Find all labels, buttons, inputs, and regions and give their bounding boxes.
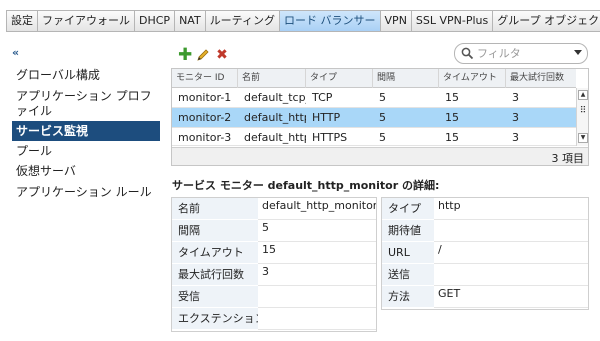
detail-value-extension bbox=[258, 308, 376, 330]
cell-monitor-id: monitor-3 bbox=[178, 131, 232, 144]
detail-value-timeout: 15 bbox=[258, 242, 376, 264]
detail-value-interval: 5 bbox=[258, 220, 376, 242]
top-tab-bar: 設定 ファイアウォール DHCP NAT ルーティング ロード バランサー VP… bbox=[6, 10, 600, 32]
delete-icon[interactable]: ✖ bbox=[215, 48, 229, 62]
cell-type: HTTP bbox=[312, 111, 341, 124]
detail-label-interval: 間隔 bbox=[172, 220, 258, 242]
detail-label-method: 方法 bbox=[382, 286, 434, 308]
cell-monitor-id: monitor-1 bbox=[178, 91, 232, 104]
sidebar-item-application-profiles[interactable]: アプリケーション プロファイル bbox=[16, 89, 160, 119]
column-header-name[interactable]: 名前 bbox=[238, 69, 306, 88]
sidebar-item-global-config[interactable]: グローバル構成 bbox=[16, 68, 160, 83]
detail-label-name: 名前 bbox=[172, 198, 258, 220]
tab-dhcp[interactable]: DHCP bbox=[134, 10, 175, 32]
detail-value-receive bbox=[258, 286, 376, 308]
tab-settings[interactable]: 設定 bbox=[6, 10, 37, 32]
sidebar-item-virtual-servers[interactable]: 仮想サーバ bbox=[16, 164, 160, 179]
detail-label-type: タイプ bbox=[382, 198, 434, 220]
cell-type: TCP bbox=[312, 91, 333, 104]
cell-max-retries: 3 bbox=[512, 111, 519, 124]
column-header-type[interactable]: タイプ bbox=[306, 69, 373, 88]
cell-interval: 5 bbox=[379, 131, 386, 144]
cell-name: default_http_monitor bbox=[244, 111, 306, 124]
cell-interval: 5 bbox=[379, 111, 386, 124]
filter-search-box[interactable] bbox=[454, 43, 588, 64]
cell-name: default_tcp_monitor bbox=[244, 91, 306, 104]
tab-grouping-objects[interactable]: グループ オブジェクト bbox=[492, 10, 600, 32]
cell-timeout: 15 bbox=[445, 91, 459, 104]
chevron-down-icon[interactable] bbox=[574, 50, 582, 55]
detail-label-expected: 期待値 bbox=[382, 220, 434, 242]
search-icon bbox=[461, 47, 474, 60]
tab-routing[interactable]: ルーティング bbox=[204, 10, 280, 32]
cell-max-retries: 3 bbox=[512, 91, 519, 104]
tab-load-balancer[interactable]: ロード バランサー bbox=[279, 10, 380, 32]
sidebar: « グローバル構成 アプリケーション プロファイル サービス監視 プール 仮想サ… bbox=[0, 46, 160, 341]
cell-monitor-id: monitor-2 bbox=[178, 111, 232, 124]
tab-ssl-vpn-plus[interactable]: SSL VPN-Plus bbox=[410, 10, 493, 32]
column-header-timeout[interactable]: タイムアウト bbox=[439, 69, 506, 88]
detail-right-table: タイプ http 期待値 URL / 送信 方法 GET bbox=[381, 197, 589, 310]
detail-label-url: URL bbox=[382, 242, 434, 264]
table-row[interactable]: monitor-3 default_https_monitor HTTPS 5 … bbox=[172, 128, 576, 146]
tab-firewall[interactable]: ファイアウォール bbox=[37, 10, 134, 32]
search-input[interactable] bbox=[477, 46, 569, 61]
scroll-down-icon[interactable]: ▼ bbox=[578, 133, 588, 143]
cell-type: HTTPS bbox=[312, 131, 348, 144]
detail-value-url: / bbox=[434, 242, 588, 264]
cell-interval: 5 bbox=[379, 91, 386, 104]
table-header: モニター ID 名前 タイプ 間隔 タイムアウト 最大試行回数 bbox=[172, 69, 576, 88]
service-monitor-table: モニター ID 名前 タイプ 間隔 タイムアウト 最大試行回数 monitor-… bbox=[171, 68, 589, 166]
sidebar-item-pools[interactable]: プール bbox=[16, 144, 160, 159]
tab-nat[interactable]: NAT bbox=[174, 10, 205, 32]
scroll-up-icon[interactable]: ▲ bbox=[578, 90, 588, 100]
detail-label-extension: エクステンション bbox=[172, 308, 266, 330]
detail-title: サービス モニター default_http_monitor の詳細: bbox=[172, 179, 440, 192]
cell-max-retries: 3 bbox=[512, 131, 519, 144]
detail-value-name: default_http_monitor bbox=[258, 198, 376, 220]
detail-label-timeout: タイムアウト bbox=[172, 242, 258, 264]
collapse-sidebar-button[interactable]: « bbox=[12, 46, 19, 59]
cell-name: default_https_monitor bbox=[244, 131, 306, 144]
table-footer: 3 項目 bbox=[172, 147, 588, 165]
item-count: 3 項目 bbox=[551, 152, 585, 165]
detail-left-table: 名前 default_http_monitor 間隔 5 タイムアウト 15 最… bbox=[171, 197, 377, 332]
edit-pencil-icon[interactable] bbox=[196, 48, 210, 62]
detail-value-expected bbox=[434, 220, 588, 242]
table-row[interactable]: monitor-1 default_tcp_monitor TCP 5 15 3 bbox=[172, 88, 576, 108]
cell-timeout: 15 bbox=[445, 131, 459, 144]
table-scrollbar[interactable]: ▲ ⠿ ▼ bbox=[576, 88, 588, 146]
column-header-max-retries[interactable]: 最大試行回数 bbox=[506, 69, 576, 88]
cell-timeout: 15 bbox=[445, 111, 459, 124]
detail-value-max-retries: 3 bbox=[258, 264, 376, 286]
scroll-grip-icon[interactable]: ⠿ bbox=[578, 107, 588, 117]
detail-value-send bbox=[434, 264, 588, 286]
add-icon[interactable]: ✚ bbox=[178, 47, 192, 64]
column-header-interval[interactable]: 間隔 bbox=[373, 69, 439, 88]
detail-label-receive: 受信 bbox=[172, 286, 258, 308]
detail-label-max-retries: 最大試行回数 bbox=[172, 264, 258, 286]
sidebar-item-application-rules[interactable]: アプリケーション ルール bbox=[16, 185, 160, 200]
detail-value-type: http bbox=[434, 198, 588, 220]
table-row[interactable]: monitor-2 default_http_monitor HTTP 5 15… bbox=[172, 108, 576, 128]
tab-vpn[interactable]: VPN bbox=[379, 10, 411, 32]
detail-label-send: 送信 bbox=[382, 264, 434, 286]
detail-value-method: GET bbox=[434, 286, 588, 308]
sidebar-item-service-monitoring[interactable]: サービス監視 bbox=[12, 121, 160, 141]
column-header-monitor-id[interactable]: モニター ID bbox=[172, 69, 238, 88]
